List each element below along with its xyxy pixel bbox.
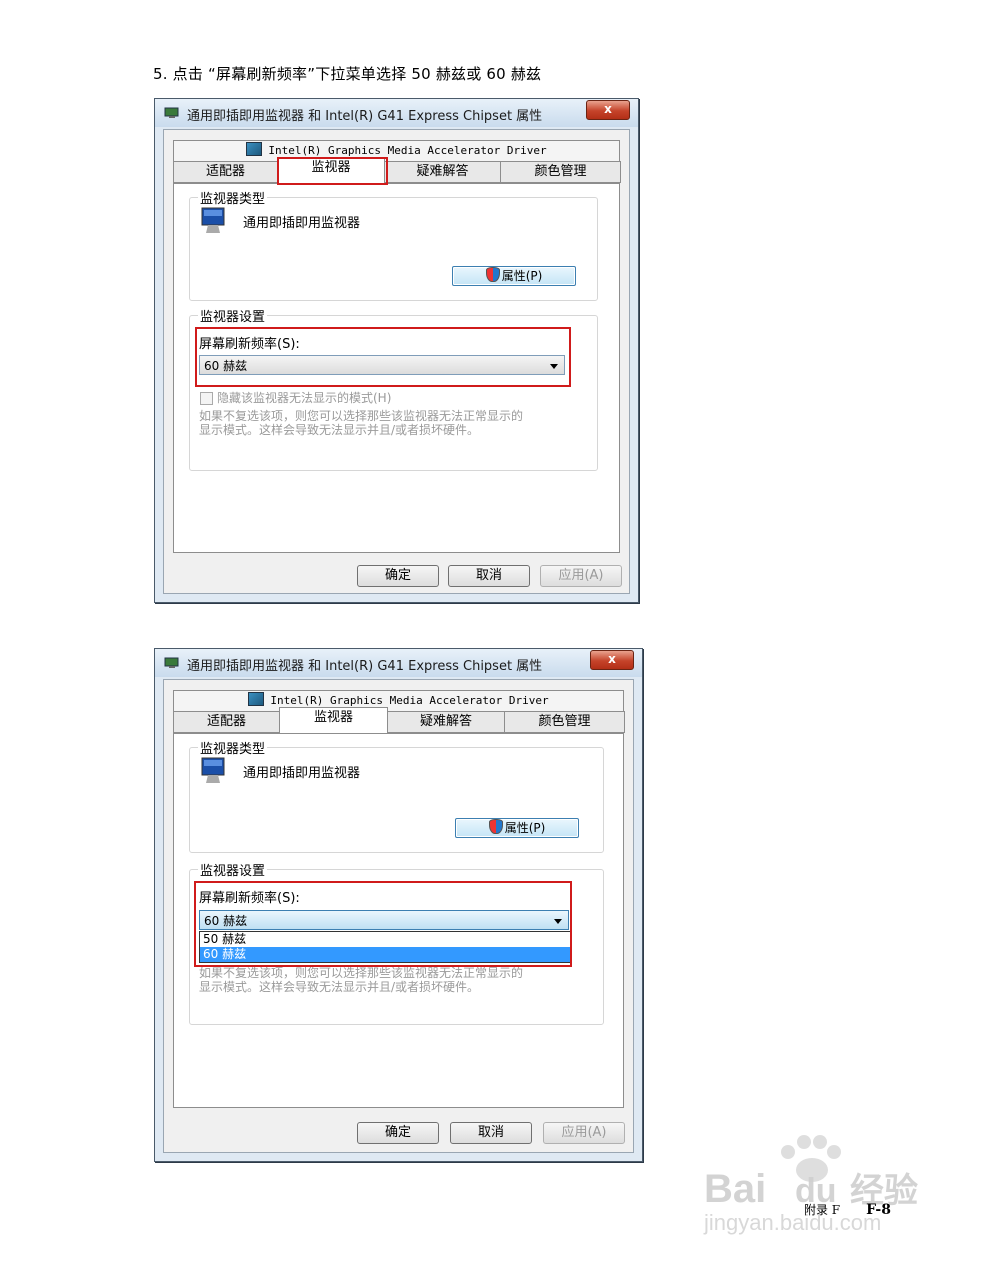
intel-driver-icon bbox=[246, 142, 263, 156]
tab-troubleshoot[interactable]: 疑难解答 bbox=[384, 161, 501, 183]
dialog-title: 通用即插即用监视器 和 Intel(R) G41 Express Chipset… bbox=[187, 659, 543, 674]
monitor-app-icon bbox=[164, 107, 179, 118]
apply-button[interactable]: 应用(A) bbox=[540, 565, 622, 587]
properties-button[interactable]: 属性(P) bbox=[452, 266, 576, 286]
hide-modes-desc-line1: 如果不复选该项，则您可以选择那些该监视器无法正常显示的 bbox=[199, 966, 524, 980]
hide-modes-desc-line2: 显示模式。这样会导致无法显示并且/或者损坏硬件。 bbox=[199, 980, 480, 994]
cancel-button[interactable]: 取消 bbox=[448, 565, 530, 587]
ok-button[interactable]: 确定 bbox=[357, 1122, 439, 1144]
tab-intel-driver[interactable]: Intel(R) Graphics Media Accelerator Driv… bbox=[173, 690, 624, 711]
shield-icon bbox=[485, 267, 500, 282]
monitor-name: 通用即插即用监视器 bbox=[243, 216, 361, 231]
tab-strip: 适配器 监视器 疑难解答 颜色管理 bbox=[173, 157, 621, 183]
driver-tab-label: Intel(R) Graphics Media Accelerator Driv… bbox=[270, 694, 549, 707]
shield-icon bbox=[488, 819, 503, 834]
hide-modes-desc-line1: 如果不复选该项，则您可以选择那些该监视器无法正常显示的 bbox=[199, 409, 524, 423]
tab-color-management[interactable]: 颜色管理 bbox=[500, 161, 621, 183]
monitor-type-group: 监视器类型 通用即插即用监视器 属性(P) bbox=[189, 188, 598, 301]
tab-intel-driver[interactable]: Intel(R) Graphics Media Accelerator Driv… bbox=[173, 140, 620, 161]
page-footer: 附录 F F-8 bbox=[804, 1201, 891, 1218]
monitor-type-label: 监视器类型 bbox=[198, 738, 268, 757]
tab-adapter[interactable]: 适配器 bbox=[173, 711, 280, 733]
monitor-icon bbox=[201, 207, 225, 233]
apply-button[interactable]: 应用(A) bbox=[543, 1122, 625, 1144]
monitor-name: 通用即插即用监视器 bbox=[243, 766, 361, 781]
svg-text:Bai: Bai bbox=[704, 1167, 766, 1211]
appendix-label: 附录 F bbox=[803, 1203, 841, 1217]
properties-button-label: 属性(P) bbox=[504, 821, 546, 835]
properties-button[interactable]: 属性(P) bbox=[455, 818, 579, 838]
title-bar: 通用即插即用监视器 和 Intel(R) G41 Express Chipset… bbox=[155, 99, 638, 127]
monitor-settings-label: 监视器设置 bbox=[198, 860, 268, 879]
cancel-button[interactable]: 取消 bbox=[450, 1122, 532, 1144]
tab-adapter[interactable]: 适配器 bbox=[173, 161, 278, 183]
properties-dialog-1: 通用即插即用监视器 和 Intel(R) G41 Express Chipset… bbox=[154, 98, 639, 603]
highlight-refresh-rate bbox=[195, 327, 571, 387]
hide-modes-desc-line2: 显示模式。这样会导致无法显示并且/或者损坏硬件。 bbox=[199, 423, 480, 437]
highlight-refresh-rate bbox=[194, 881, 572, 967]
monitor-type-label: 监视器类型 bbox=[198, 188, 268, 207]
close-button[interactable]: x bbox=[590, 650, 634, 670]
monitor-app-icon bbox=[164, 657, 179, 668]
monitor-icon bbox=[201, 757, 225, 783]
highlight-monitor-tab bbox=[277, 157, 388, 185]
hide-modes-checkbox[interactable] bbox=[200, 392, 213, 405]
hide-modes-label: 隐藏该监视器无法显示的模式(H) bbox=[217, 391, 392, 405]
tab-color-management[interactable]: 颜色管理 bbox=[504, 711, 625, 733]
dialog-title: 通用即插即用监视器 和 Intel(R) G41 Express Chipset… bbox=[187, 109, 543, 124]
monitor-settings-label: 监视器设置 bbox=[198, 306, 268, 325]
properties-dialog-2: 通用即插即用监视器 和 Intel(R) G41 Express Chipset… bbox=[154, 648, 643, 1162]
title-bar: 通用即插即用监视器 和 Intel(R) G41 Express Chipset… bbox=[155, 649, 642, 677]
monitor-type-group: 监视器类型 通用即插即用监视器 属性(P) bbox=[189, 738, 604, 853]
dialog-client: Intel(R) Graphics Media Accelerator Driv… bbox=[163, 679, 634, 1153]
dialog-client: Intel(R) Graphics Media Accelerator Driv… bbox=[163, 129, 630, 594]
properties-button-label: 属性(P) bbox=[501, 269, 543, 283]
close-button[interactable]: x bbox=[586, 100, 630, 120]
driver-tab-label: Intel(R) Graphics Media Accelerator Driv… bbox=[268, 144, 547, 157]
tab-troubleshoot[interactable]: 疑难解答 bbox=[387, 711, 505, 733]
tab-strip: 适配器 监视器 疑难解答 颜色管理 bbox=[173, 707, 625, 733]
intel-driver-icon bbox=[248, 692, 265, 706]
instruction-text: 5. 点击 “屏幕刷新频率”下拉菜单选择 50 赫兹或 60 赫兹 bbox=[153, 65, 542, 83]
tab-monitor[interactable]: 监视器 bbox=[279, 707, 388, 733]
baidu-jingyan-watermark: Bai du 经验 jingyan.baidu.com bbox=[703, 1135, 918, 1235]
ok-button[interactable]: 确定 bbox=[357, 565, 439, 587]
page-number: F-8 bbox=[866, 1202, 891, 1218]
